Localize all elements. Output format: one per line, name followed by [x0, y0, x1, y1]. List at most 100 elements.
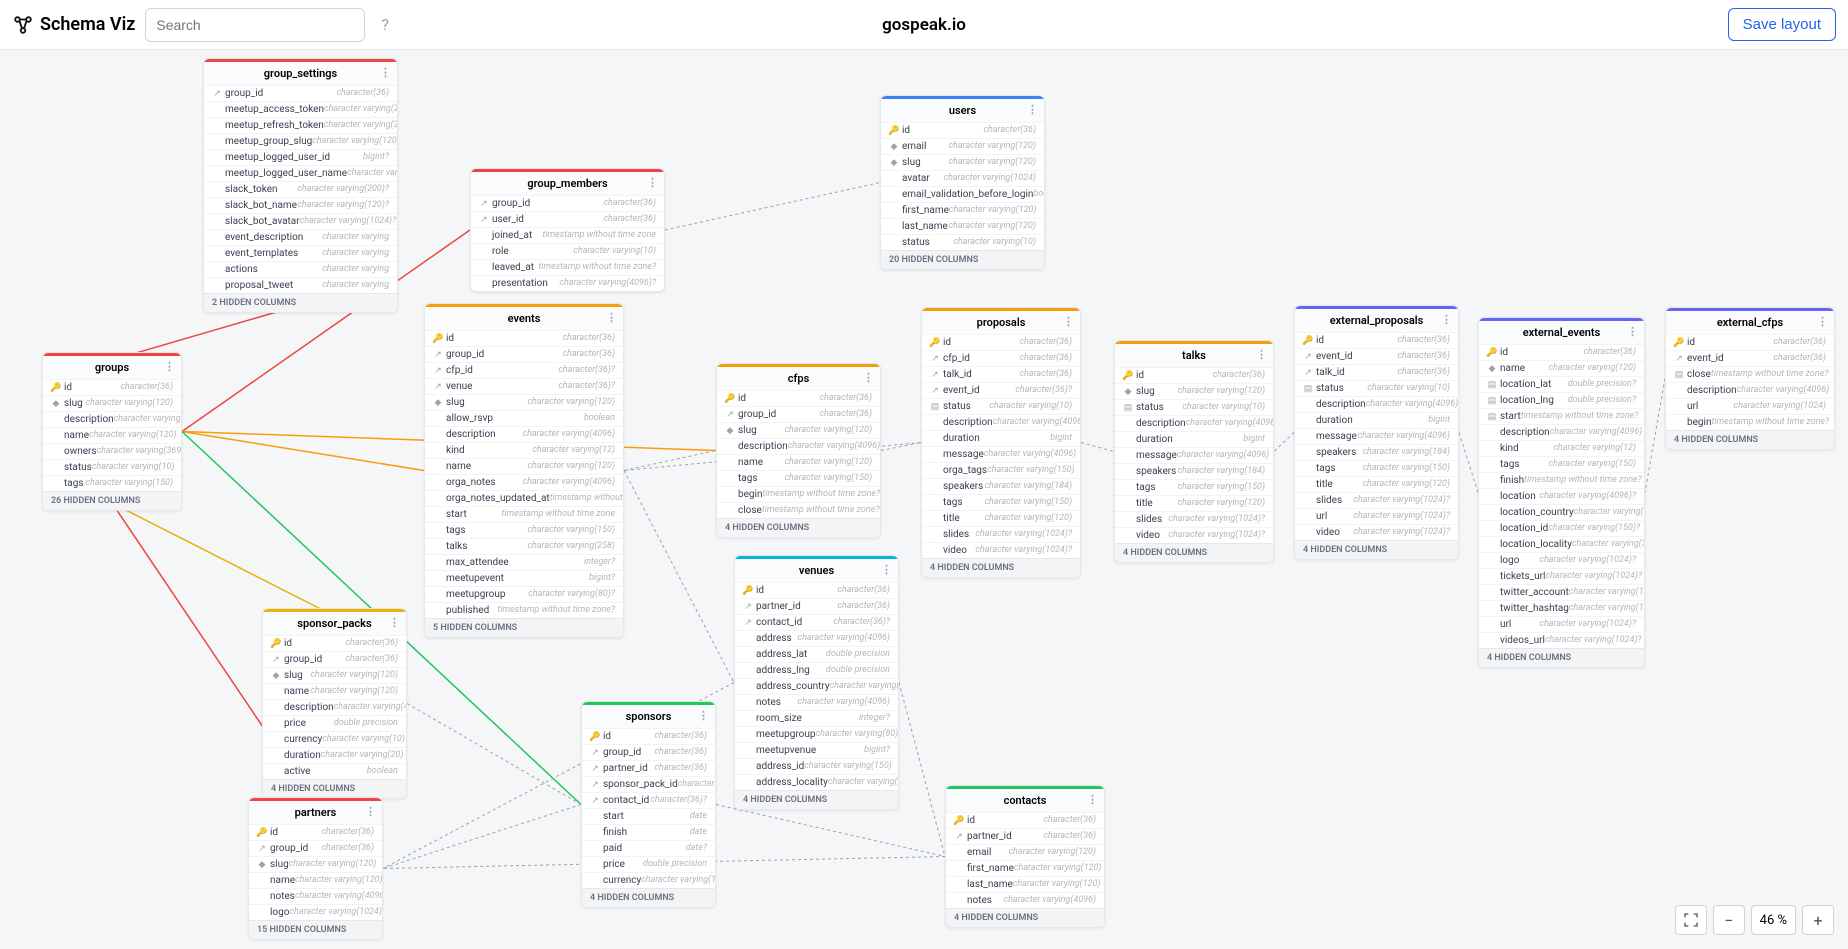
column-row[interactable]: ↗partner_idcharacter(36) [582, 760, 715, 776]
table-group_members[interactable]: group_members⋮↗group_idcharacter(36)↗use… [470, 168, 665, 292]
table-menu-icon[interactable]: ⋮ [647, 176, 658, 189]
canvas[interactable]: group_settings⋮↗group_idcharacter(36)mee… [0, 50, 1848, 949]
table-group_settings[interactable]: group_settings⋮↗group_idcharacter(36)mee… [203, 58, 398, 313]
column-row[interactable]: 🔑idcharacter(36) [922, 334, 1080, 350]
column-row[interactable]: durationbigint [1295, 412, 1458, 428]
hidden-columns[interactable]: 4 HIDDEN COLUMNS [717, 518, 880, 537]
table-events[interactable]: events⋮🔑idcharacter(36)↗group_idcharacte… [424, 303, 624, 638]
column-row[interactable]: address_countrycharacter varying(30) [735, 678, 898, 694]
column-row[interactable]: ◆namecharacter varying(120) [1479, 360, 1644, 376]
column-row[interactable]: meetup_access_tokencharacter varying(200… [204, 101, 397, 117]
column-row[interactable]: namecharacter varying(120) [717, 454, 880, 470]
column-row[interactable]: ↗group_idcharacter(36) [263, 651, 406, 667]
column-row[interactable]: finishtimestamp without time zone? [1479, 472, 1644, 488]
column-row[interactable]: descriptioncharacter varying(4096) [1115, 415, 1273, 431]
hidden-columns[interactable]: 4 HIDDEN COLUMNS [263, 779, 406, 798]
column-row[interactable]: messagecharacter varying(4096) [1295, 428, 1458, 444]
column-row[interactable]: 🔑idcharacter(36) [425, 330, 623, 346]
hidden-columns[interactable]: 5 HIDDEN COLUMNS [425, 618, 623, 637]
column-row[interactable]: descriptioncharacter varying(4096) [425, 426, 623, 442]
column-row[interactable]: first_namecharacter varying(120) [881, 202, 1044, 218]
column-row[interactable]: ↗event_idcharacter(36) [1666, 350, 1834, 366]
column-row[interactable]: ▤statuscharacter varying(10) [1115, 399, 1273, 415]
column-row[interactable]: descriptioncharacter varying(4096) [1295, 396, 1458, 412]
column-row[interactable]: ↗contact_idcharacter(36)? [735, 614, 898, 630]
table-menu-icon[interactable]: ⋮ [1627, 325, 1638, 338]
column-row[interactable]: ↗event_idcharacter(36) [1295, 348, 1458, 364]
column-row[interactable]: namecharacter varying(120) [425, 458, 623, 474]
column-row[interactable]: closetimestamp without time zone? [717, 502, 880, 518]
table-users[interactable]: users⋮🔑idcharacter(36)◆emailcharacter va… [880, 95, 1045, 270]
column-row[interactable]: last_namecharacter varying(120) [881, 218, 1044, 234]
column-row[interactable]: event_descriptioncharacter varying [204, 229, 397, 245]
column-row[interactable]: durationbigint [1115, 431, 1273, 447]
column-row[interactable]: talkscharacter varying(258) [425, 538, 623, 554]
column-row[interactable]: 🔑idcharacter(36) [263, 635, 406, 651]
hidden-columns[interactable]: 4 HIDDEN COLUMNS [1666, 430, 1834, 449]
column-row[interactable]: email_validation_before_loginboolean [881, 186, 1044, 202]
table-menu-icon[interactable]: ⋮ [606, 311, 617, 324]
table-menu-icon[interactable]: ⋮ [1063, 315, 1074, 328]
column-row[interactable]: descriptioncharacter varying(4096) [263, 699, 406, 715]
column-row[interactable]: finishdate [582, 824, 715, 840]
column-row[interactable]: namecharacter varying(120) [249, 872, 382, 888]
column-row[interactable]: tagscharacter varying(150) [1295, 460, 1458, 476]
hidden-columns[interactable]: 4 HIDDEN COLUMNS [922, 558, 1080, 577]
table-contacts[interactable]: contacts⋮🔑idcharacter(36)↗partner_idchar… [945, 785, 1105, 928]
column-row[interactable]: address_idcharacter varying(150) [735, 758, 898, 774]
column-row[interactable]: messagecharacter varying(4096) [1115, 447, 1273, 463]
column-row[interactable]: notescharacter varying(4096) [249, 888, 382, 904]
column-row[interactable]: leaved_attimestamp without time zone? [471, 259, 664, 275]
column-row[interactable]: videos_urlcharacter varying(1024)? [1479, 632, 1644, 648]
column-row[interactable]: joined_attimestamp without time zone [471, 227, 664, 243]
column-row[interactable]: speakerscharacter varying(184) [922, 478, 1080, 494]
zoom-in-button[interactable]: + [1802, 905, 1834, 935]
column-row[interactable]: tagscharacter varying(150) [1479, 456, 1644, 472]
column-row[interactable]: slack_tokencharacter varying(200)? [204, 181, 397, 197]
column-row[interactable]: urlcharacter varying(1024)? [1479, 616, 1644, 632]
column-row[interactable]: proposal_tweetcharacter varying [204, 277, 397, 293]
column-row[interactable]: pricedouble precision [263, 715, 406, 731]
hidden-columns[interactable]: 4 HIDDEN COLUMNS [582, 888, 715, 907]
column-row[interactable]: 🔑idcharacter(36) [1115, 367, 1273, 383]
column-row[interactable]: ownerscharacter varying(369) [43, 443, 181, 459]
column-row[interactable]: messagecharacter varying(4096) [922, 446, 1080, 462]
table-groups[interactable]: groups⋮🔑idcharacter(36)◆slugcharacter va… [42, 352, 182, 511]
column-row[interactable]: tickets_urlcharacter varying(1024)? [1479, 568, 1644, 584]
column-row[interactable]: durationbigint [922, 430, 1080, 446]
column-row[interactable]: logocharacter varying(1024) [249, 904, 382, 920]
table-proposals[interactable]: proposals⋮🔑idcharacter(36)↗cfp_idcharact… [921, 307, 1081, 578]
column-row[interactable]: statuscharacter varying(10) [881, 234, 1044, 250]
column-row[interactable]: ▤starttimestamp without time zone? [1479, 408, 1644, 424]
column-row[interactable]: slidescharacter varying(1024)? [922, 526, 1080, 542]
column-row[interactable]: begintimestamp without time zone? [717, 486, 880, 502]
search-input[interactable] [145, 8, 365, 42]
column-row[interactable]: ↗group_idcharacter(36) [204, 85, 397, 101]
column-row[interactable]: ◆slugcharacter varying(120) [249, 856, 382, 872]
column-row[interactable]: 🔑idcharacter(36) [946, 812, 1104, 828]
table-menu-icon[interactable]: ⋮ [1441, 313, 1452, 326]
column-row[interactable]: ↗venuecharacter(36)? [425, 378, 623, 394]
column-row[interactable]: tagscharacter varying(150) [425, 522, 623, 538]
column-row[interactable]: namecharacter varying(120) [263, 683, 406, 699]
column-row[interactable]: urlcharacter varying(1024)? [1295, 508, 1458, 524]
column-row[interactable]: allow_rsvpboolean [425, 410, 623, 426]
column-row[interactable]: locationcharacter varying(4096)? [1479, 488, 1644, 504]
column-row[interactable]: descriptioncharacter varying(4096) [1479, 424, 1644, 440]
column-row[interactable]: ▤closetimestamp without time zone? [1666, 366, 1834, 382]
column-row[interactable]: 🔑idcharacter(36) [1479, 344, 1644, 360]
column-row[interactable]: meetupgroupcharacter varying(80)? [735, 726, 898, 742]
column-row[interactable]: 🔑idcharacter(36) [1295, 332, 1458, 348]
hidden-columns[interactable]: 26 HIDDEN COLUMNS [43, 491, 181, 510]
column-row[interactable]: kindcharacter varying(12) [425, 442, 623, 458]
column-row[interactable]: ↗sponsor_pack_idcharacter(36) [582, 776, 715, 792]
column-row[interactable]: descriptioncharacter varying(4096) [43, 411, 181, 427]
column-row[interactable]: startdate [582, 808, 715, 824]
column-row[interactable]: publishedtimestamp without time zone? [425, 602, 623, 618]
table-venues[interactable]: venues⋮🔑idcharacter(36)↗partner_idcharac… [734, 555, 899, 810]
column-row[interactable]: slack_bot_namecharacter varying(120)? [204, 197, 397, 213]
column-row[interactable]: descriptioncharacter varying(4096) [1666, 382, 1834, 398]
column-row[interactable]: twitter_hashtagcharacter varying(120)? [1479, 600, 1644, 616]
column-row[interactable]: videocharacter varying(1024)? [922, 542, 1080, 558]
table-menu-icon[interactable]: ⋮ [380, 66, 391, 79]
